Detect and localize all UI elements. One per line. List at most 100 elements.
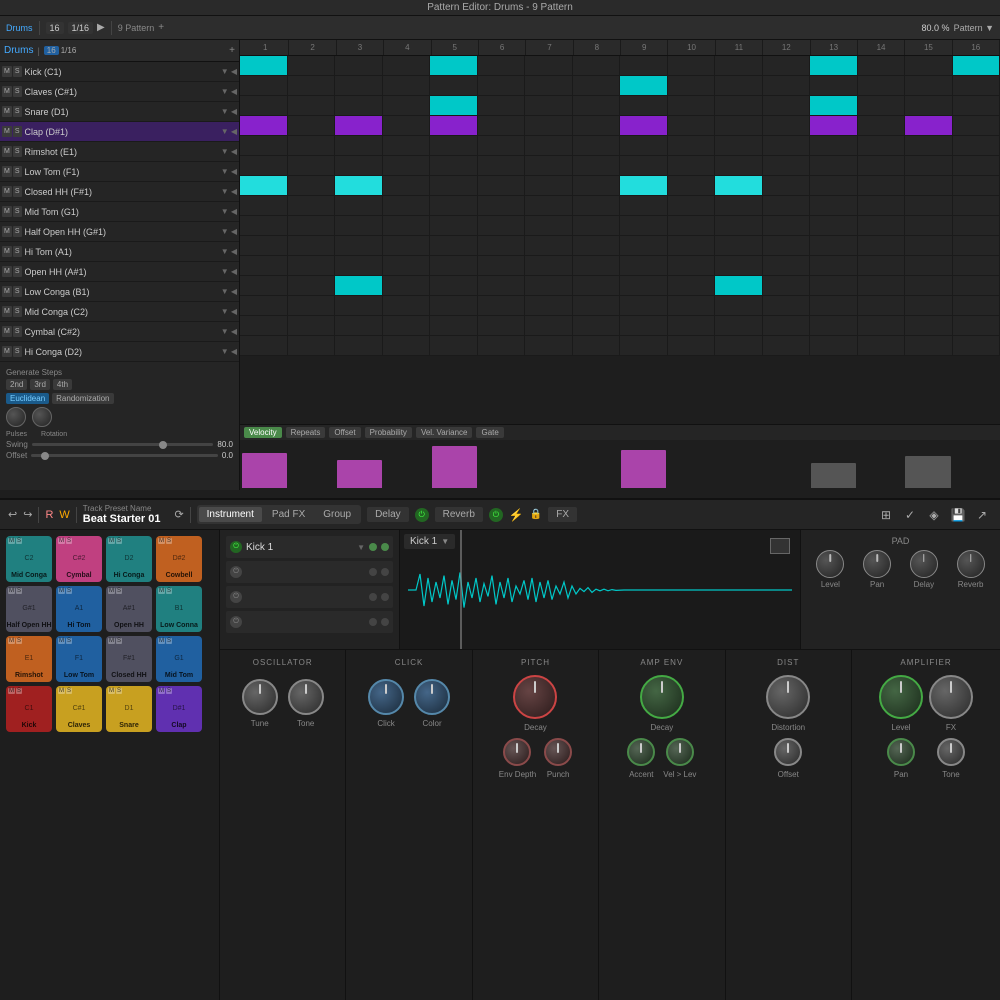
drum-track-5[interactable]: MS Low Tom (F1) ▼ ◀ (0, 162, 239, 182)
plus-icon[interactable]: + (158, 22, 164, 33)
grid-cell-5-13[interactable] (858, 156, 906, 175)
grid-cell-7-1[interactable] (288, 196, 336, 215)
grid-cell-1-4[interactable] (430, 76, 478, 95)
grid-cell-5-4[interactable] (430, 156, 478, 175)
grid-cell-1-3[interactable] (383, 76, 431, 95)
grid-cell-4-15[interactable] (953, 136, 1000, 155)
grid-cell-0-4[interactable] (430, 56, 478, 75)
grid-cell-6-4[interactable] (430, 176, 478, 195)
grid-cell-5-5[interactable] (478, 156, 526, 175)
grid-cell-9-11[interactable] (763, 236, 811, 255)
grid-cell-4-1[interactable] (288, 136, 336, 155)
grid-cell-11-9[interactable] (668, 276, 716, 295)
pad-4[interactable]: MS G#1 Half Open HH (6, 586, 52, 632)
grid-cell-2-4[interactable] (430, 96, 478, 115)
sample3-power[interactable]: ⏻ (230, 591, 242, 603)
random-btn[interactable]: Randomization (52, 393, 113, 404)
vel-tab-3[interactable]: Probability (365, 427, 412, 438)
grid-cell-14-10[interactable] (715, 336, 763, 355)
grid-cell-11-5[interactable] (478, 276, 526, 295)
pan-knob[interactable] (863, 550, 891, 578)
grid-cell-12-12[interactable] (810, 296, 858, 315)
grid-cell-12-10[interactable] (715, 296, 763, 315)
grid-cell-14-5[interactable] (478, 336, 526, 355)
grid-cell-13-5[interactable] (478, 316, 526, 335)
grid-cell-14-6[interactable] (525, 336, 573, 355)
drum-track-6[interactable]: MS Closed HH (F#1) ▼ ◀ (0, 182, 239, 202)
grid-cell-0-15[interactable] (953, 56, 1000, 75)
grid-cell-5-2[interactable] (335, 156, 383, 175)
grid-cell-6-3[interactable] (383, 176, 431, 195)
dist-offset-knob[interactable] (774, 738, 802, 766)
grid-cell-3-15[interactable] (953, 116, 1000, 135)
grid-cell-10-6[interactable] (525, 256, 573, 275)
vel-bar-12[interactable] (811, 463, 856, 488)
pulses-knob[interactable] (6, 407, 26, 427)
sample-dropdown[interactable]: Kick 1 ▼ (404, 534, 455, 549)
grid-cell-11-13[interactable] (858, 276, 906, 295)
grid-cell-5-6[interactable] (525, 156, 573, 175)
delay-btn[interactable]: Delay (367, 507, 409, 522)
grid-cell-7-12[interactable] (810, 196, 858, 215)
grid-cell-8-14[interactable] (905, 216, 953, 235)
grid-cell-3-9[interactable] (668, 116, 716, 135)
grid-cell-4-2[interactable] (335, 136, 383, 155)
grid-cell-0-6[interactable] (525, 56, 573, 75)
swing-slider[interactable] (32, 443, 214, 446)
grid-cell-14-14[interactable] (905, 336, 953, 355)
grid-cell-10-0[interactable] (240, 256, 288, 275)
pad-1[interactable]: MS C#2 Cymbal (56, 536, 102, 582)
grid-cell-13-14[interactable] (905, 316, 953, 335)
grid-cell-7-5[interactable] (478, 196, 526, 215)
grid-cell-13-10[interactable] (715, 316, 763, 335)
grid-cell-0-7[interactable] (573, 56, 621, 75)
pad-15[interactable]: MS D#1 Clap (156, 686, 202, 732)
grid-cell-6-14[interactable] (905, 176, 953, 195)
grid-cell-3-7[interactable] (573, 116, 621, 135)
grid-cell-11-6[interactable] (525, 276, 573, 295)
arrow-right-icon[interactable]: ▶ (97, 22, 105, 33)
grid-cell-5-15[interactable] (953, 156, 1000, 175)
n4-btn[interactable]: 4th (53, 379, 72, 390)
grid-cell-14-0[interactable] (240, 336, 288, 355)
grid-cell-4-0[interactable] (240, 136, 288, 155)
grid-cell-11-4[interactable] (430, 276, 478, 295)
drum-track-7[interactable]: MS Mid Tom (G1) ▼ ◀ (0, 202, 239, 222)
grid-cell-14-1[interactable] (288, 336, 336, 355)
grid-cell-0-14[interactable] (905, 56, 953, 75)
grid-cell-8-11[interactable] (763, 216, 811, 235)
grid-cell-10-13[interactable] (858, 256, 906, 275)
grid-cell-1-11[interactable] (763, 76, 811, 95)
grid-cell-3-5[interactable] (478, 116, 526, 135)
grid-cell-7-0[interactable] (240, 196, 288, 215)
grid-cell-11-12[interactable] (810, 276, 858, 295)
grid-cell-11-15[interactable] (953, 276, 1000, 295)
grid-cell-7-4[interactable] (430, 196, 478, 215)
grid-cell-2-14[interactable] (905, 96, 953, 115)
drum-track-2[interactable]: MS Snare (D1) ▼ ◀ (0, 102, 239, 122)
grid-cell-4-13[interactable] (858, 136, 906, 155)
save-icon[interactable]: 💾 (948, 505, 968, 525)
grid-cell-13-0[interactable] (240, 316, 288, 335)
grid-cell-13-4[interactable] (430, 316, 478, 335)
grid-cell-4-14[interactable] (905, 136, 953, 155)
grid-cell-0-1[interactable] (288, 56, 336, 75)
drum-track-14[interactable]: MS Hi Conga (D2) ▼ ◀ (0, 342, 239, 362)
grid-cell-3-14[interactable] (905, 116, 953, 135)
distortion-knob[interactable] (766, 675, 810, 719)
drum-track-3[interactable]: MS Clap (D#1) ▼ ◀ (0, 122, 239, 142)
reverb-knob[interactable] (957, 550, 985, 578)
grid-cell-9-0[interactable] (240, 236, 288, 255)
grid-cell-11-3[interactable] (383, 276, 431, 295)
grid-cell-9-13[interactable] (858, 236, 906, 255)
grid-cell-4-4[interactable] (430, 136, 478, 155)
grid-cell-4-5[interactable] (478, 136, 526, 155)
grid-cell-12-14[interactable] (905, 296, 953, 315)
grid-cell-10-9[interactable] (668, 256, 716, 275)
grid-cell-7-2[interactable] (335, 196, 383, 215)
grid-cell-12-11[interactable] (763, 296, 811, 315)
grid-cell-12-6[interactable] (525, 296, 573, 315)
offset-thumb[interactable] (41, 452, 49, 460)
drum-track-0[interactable]: MS Kick (C1) ▼ ◀ (0, 62, 239, 82)
pad-5[interactable]: MS A1 Hi Tom (56, 586, 102, 632)
